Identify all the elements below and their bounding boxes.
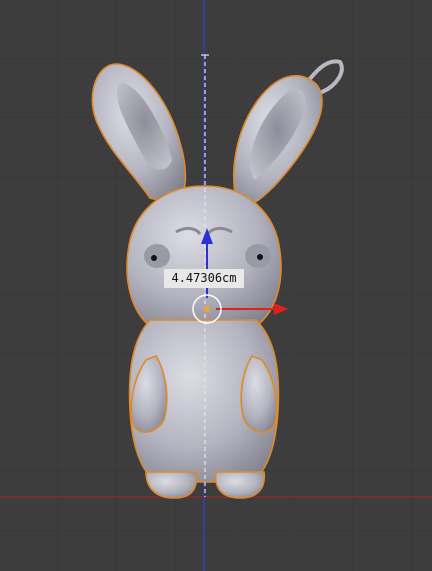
right-eye xyxy=(257,254,263,260)
right-foot xyxy=(214,471,266,499)
left-eye xyxy=(151,255,157,261)
measure-value: 4.47306cm xyxy=(164,269,244,288)
object-origin-icon xyxy=(204,306,210,312)
3d-viewport[interactable]: 4.47306cm xyxy=(0,0,432,571)
